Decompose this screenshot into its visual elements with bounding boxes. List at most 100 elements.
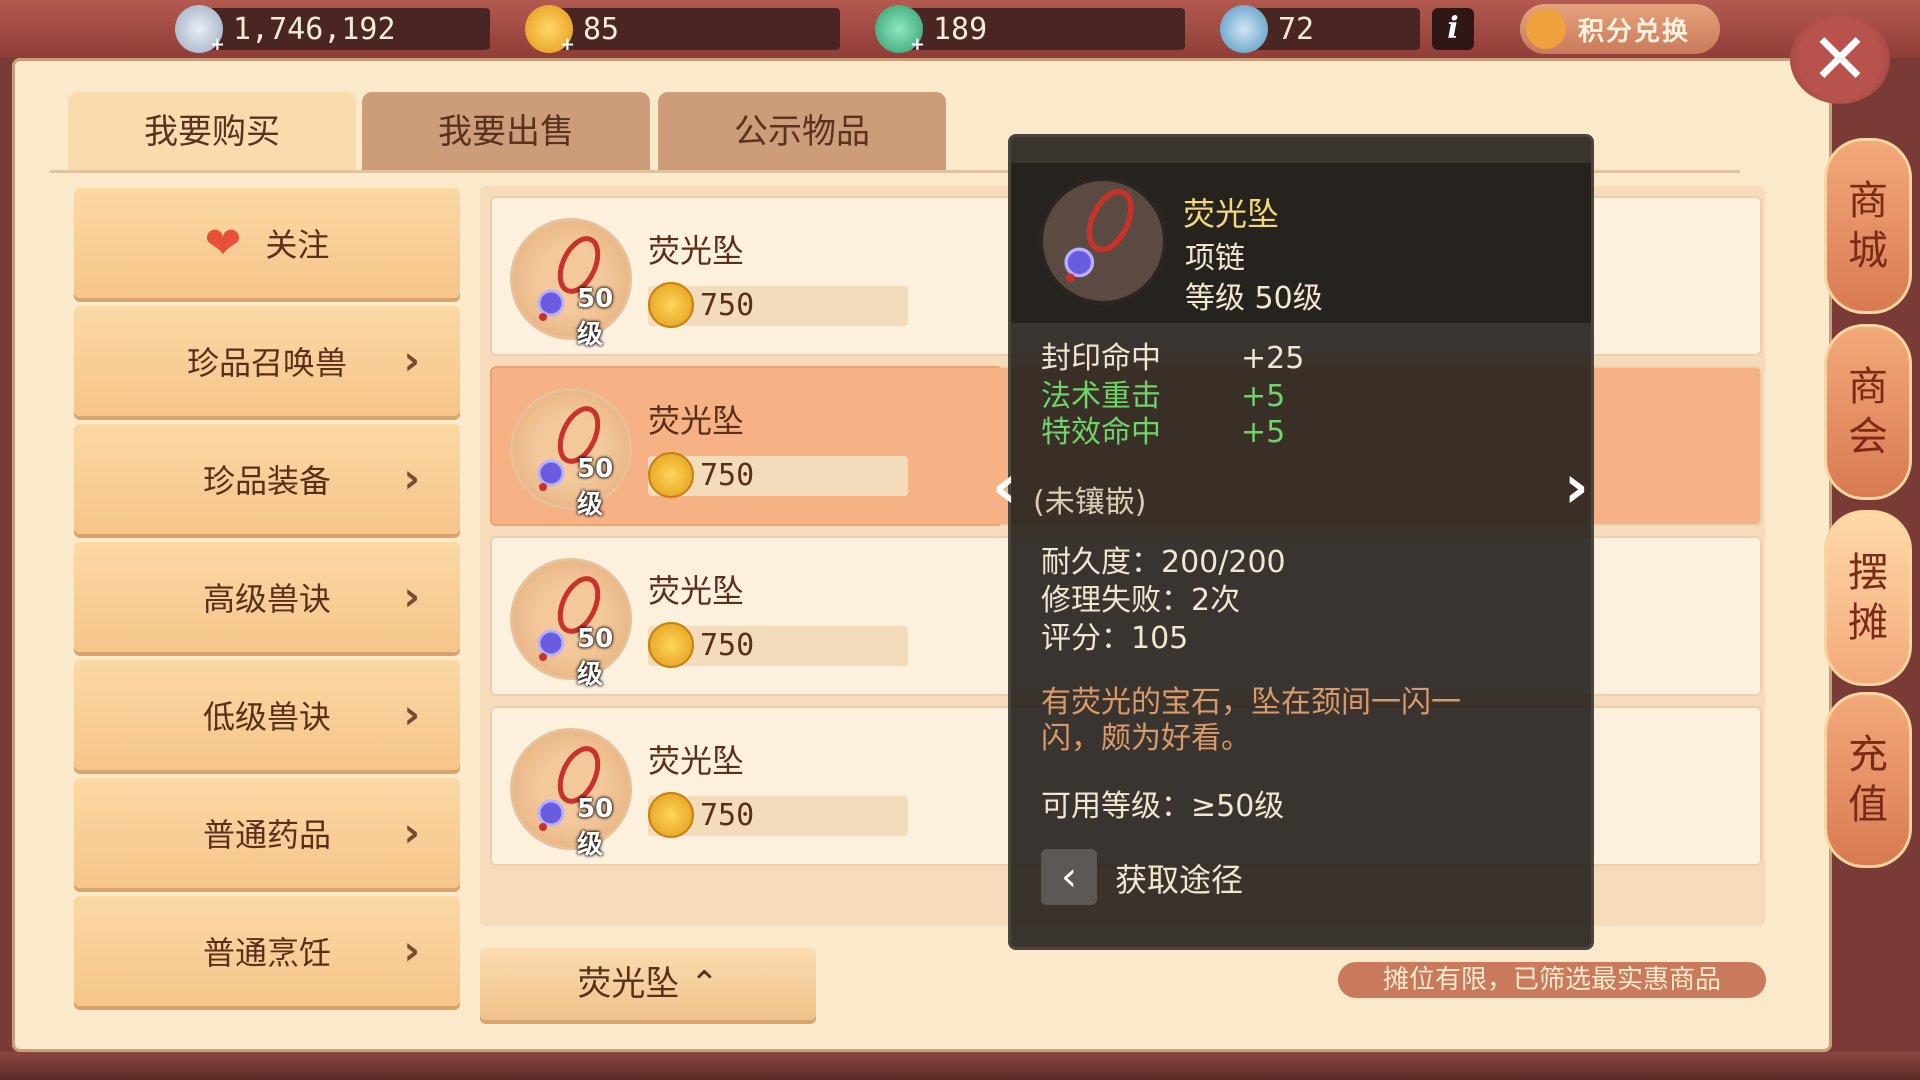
bottom-border <box>0 1052 1920 1080</box>
chevron-right-icon: › <box>403 692 420 738</box>
tooltip-item-level: 等级 50级 <box>1185 281 1323 316</box>
item-thumbnail: 50级 <box>510 558 632 690</box>
tab-buy[interactable]: 我要购买 <box>68 92 356 172</box>
item-level: 50级 <box>577 284 614 350</box>
side-nav-char: 城 <box>1848 228 1888 274</box>
category-medicine[interactable]: 普通药品 › <box>74 778 460 888</box>
currency-bar: + 1,746,192 + 85 + 189 72 i 积分兑换 <box>0 0 1920 58</box>
acquire-route-button[interactable]: ‹ <box>1041 849 1097 905</box>
fortune-icon <box>1220 5 1268 53</box>
money-bag-icon <box>1526 9 1566 49</box>
tooltip-item-thumbnail <box>1039 177 1167 305</box>
chevron-left-icon[interactable]: ‹ <box>992 452 1017 522</box>
stat-effect-hit: 特效命中 +5 <box>1041 407 1285 451</box>
tooltip-item-name: 荧光坠 <box>1183 195 1280 233</box>
category-follow[interactable]: ❤ 关注 <box>74 188 460 298</box>
notice-banner: 摊位有限，已筛选最实惠商品 <box>1338 962 1766 998</box>
jade-currency[interactable]: + 189 <box>875 5 1185 55</box>
stat-value: +5 <box>1241 415 1286 450</box>
category-label: 普通药品 <box>202 816 331 854</box>
search-filter-button[interactable]: 荧光坠 ⌃ <box>480 948 816 1020</box>
side-nav-recharge[interactable]: 充 值 <box>1824 692 1912 868</box>
side-nav-char: 商 <box>1848 178 1888 224</box>
score: 评分：105 <box>1041 621 1189 656</box>
dream-coin-currency[interactable]: + 85 <box>525 5 840 55</box>
chevron-right-icon: › <box>403 338 420 384</box>
search-filter-label: 荧光坠 <box>577 964 680 1004</box>
item-thumbnail: 50级 <box>510 728 632 860</box>
dream-coin-icon: + <box>525 5 575 55</box>
list-item[interactable]: 50级 荧光坠 750 <box>490 196 1004 356</box>
category-label: 普通烹饪 <box>202 934 331 972</box>
category-rare-pets[interactable]: 珍品召唤兽 › <box>74 306 460 416</box>
points-exchange-button[interactable]: 积分兑换 <box>1520 4 1720 54</box>
item-price: 750 <box>700 288 755 323</box>
side-nav-char: 摊 <box>1848 600 1888 646</box>
item-name: 荧光坠 <box>648 742 745 780</box>
info-button[interactable]: i <box>1432 8 1474 50</box>
category-label: 珍品装备 <box>202 462 331 500</box>
dream-coin-icon <box>648 282 694 328</box>
jade-value: 189 <box>933 11 988 47</box>
chevron-right-icon[interactable]: › <box>1564 452 1589 522</box>
dream-coin-icon <box>648 792 694 838</box>
dream-coin-icon <box>648 622 694 668</box>
item-level: 50级 <box>577 794 614 860</box>
chevron-right-icon: › <box>403 810 420 856</box>
category-label: 高级兽诀 <box>202 580 331 618</box>
fortune-value: 72 <box>1278 11 1315 47</box>
price-bar: 750 <box>648 792 908 838</box>
heart-icon: ❤ <box>204 217 242 269</box>
price-bar: 750 <box>648 452 908 498</box>
socket-status: (未镶嵌) <box>1033 485 1147 520</box>
category-label: 关注 <box>265 226 330 264</box>
category-rare-equipment[interactable]: 珍品装备 › <box>74 424 460 534</box>
item-level: 50级 <box>577 624 614 690</box>
side-nav-char: 摆 <box>1848 550 1888 596</box>
item-level: 50级 <box>577 454 614 520</box>
tooltip-item-type: 项链 <box>1185 241 1245 276</box>
item-thumbnail: 50级 <box>510 218 632 350</box>
silver-currency[interactable]: + 1,746,192 <box>175 5 490 55</box>
side-nav-char: 充 <box>1848 732 1888 778</box>
stat-key: 特效命中 <box>1041 415 1161 450</box>
dream-coin-icon <box>648 452 694 498</box>
fortune-currency[interactable]: 72 <box>1220 5 1420 53</box>
side-nav-char: 会 <box>1848 414 1888 460</box>
item-price: 750 <box>700 458 755 493</box>
jade-icon: + <box>875 5 925 55</box>
item-tooltip: 荧光坠 项链 等级 50级 封印命中 +25 法术重击 +5 特效命中 +5 (未镶嵌… <box>1008 134 1594 950</box>
category-label: 珍品召唤兽 <box>186 344 347 382</box>
chevron-right-icon: › <box>403 574 420 620</box>
points-exchange-label: 积分兑换 <box>1578 16 1691 47</box>
item-name: 荧光坠 <box>648 572 745 610</box>
chevron-up-icon: ⌃ <box>690 964 719 1004</box>
acquire-route-label: 获取途径 <box>1115 861 1244 899</box>
side-nav-guild[interactable]: 商 会 <box>1824 324 1912 500</box>
category-cooking[interactable]: 普通烹饪 › <box>74 896 460 1006</box>
chevron-right-icon: › <box>403 928 420 974</box>
usable-level: 可用等级：≥50级 <box>1041 789 1285 824</box>
item-name: 荧光坠 <box>648 232 745 270</box>
side-nav-stall[interactable]: 摆 摊 <box>1824 510 1912 686</box>
list-item[interactable]: 50级 荧光坠 750 <box>490 706 1004 866</box>
list-item-selected[interactable]: 50级 荧光坠 750 <box>490 366 1004 526</box>
side-nav-char: 商 <box>1848 364 1888 410</box>
description-line-2: 闪，颇为好看。 <box>1041 721 1251 756</box>
close-button[interactable]: ✕ <box>1790 14 1890 104</box>
category-basic-skills[interactable]: 低级兽诀 › <box>74 660 460 770</box>
tab-sell[interactable]: 我要出售 <box>362 92 650 172</box>
category-advanced-skills[interactable]: 高级兽诀 › <box>74 542 460 652</box>
tab-public-items[interactable]: 公示物品 <box>658 92 946 172</box>
list-item[interactable]: 50级 荧光坠 750 <box>490 536 1004 696</box>
silver-coin-icon: + <box>175 5 225 55</box>
price-bar: 750 <box>648 622 908 668</box>
item-price: 750 <box>700 628 755 663</box>
item-thumbnail: 50级 <box>510 388 632 520</box>
category-label: 低级兽诀 <box>202 698 331 736</box>
side-nav-mall[interactable]: 商 城 <box>1824 138 1912 314</box>
side-nav-char: 值 <box>1848 782 1888 828</box>
silver-value: 1,746,192 <box>233 11 396 47</box>
dream-coin-value: 85 <box>583 11 620 47</box>
item-name: 荧光坠 <box>648 402 745 440</box>
